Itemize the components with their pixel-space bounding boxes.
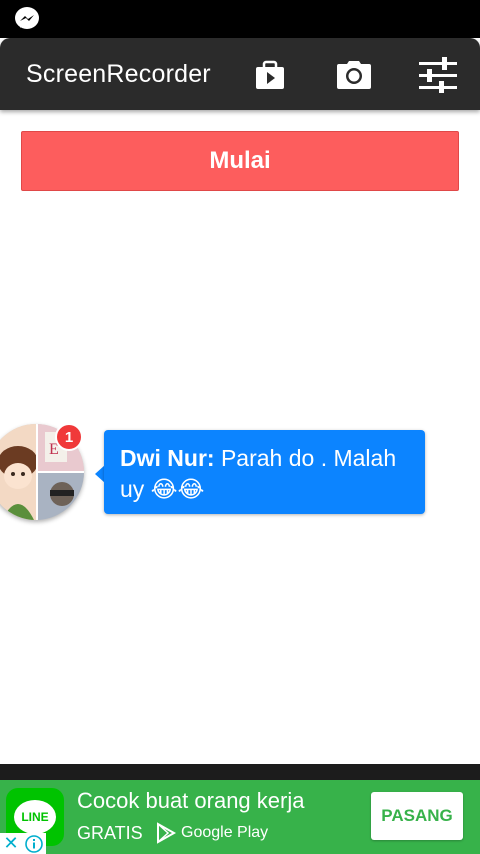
ad-info-icon[interactable] bbox=[22, 833, 46, 854]
app-title: ScreenRecorder bbox=[26, 60, 211, 88]
line-logo-bubble: LINE bbox=[14, 800, 56, 834]
settings-button[interactable] bbox=[417, 54, 459, 96]
unread-badge: 1 bbox=[55, 423, 83, 451]
google-play-badge: Google Play bbox=[155, 822, 268, 844]
ad-subtext: GRATIS bbox=[77, 823, 143, 843]
screen: ScreenRecorder Mulai E 1 Dwi Nur: Parah … bbox=[0, 0, 480, 854]
app-bar: ScreenRecorder bbox=[0, 38, 480, 110]
store-play-icon bbox=[256, 60, 284, 89]
install-button[interactable]: PASANG bbox=[371, 792, 463, 840]
camera-icon bbox=[337, 61, 371, 89]
status-bar bbox=[0, 0, 480, 38]
message-sender: Dwi Nur: bbox=[120, 445, 215, 471]
start-button[interactable]: Mulai bbox=[21, 131, 459, 191]
camera-button[interactable] bbox=[333, 54, 375, 96]
info-icon bbox=[25, 834, 43, 853]
google-play-label: Google Play bbox=[181, 824, 269, 841]
close-icon[interactable]: ✕ bbox=[0, 833, 22, 854]
sliders-settings-icon bbox=[419, 57, 457, 93]
store-button[interactable] bbox=[249, 54, 291, 96]
nav-strip bbox=[0, 764, 480, 780]
ad-headline: Cocok buat orang kerja bbox=[77, 788, 305, 813]
messenger-icon bbox=[15, 7, 39, 29]
ad-banner[interactable]: LINE Cocok buat orang kerja GRATIS Googl… bbox=[0, 780, 480, 854]
message-bubble[interactable]: Dwi Nur: Parah do . Malah uy 😂😂 bbox=[104, 430, 425, 514]
google-play-icon bbox=[157, 822, 177, 844]
